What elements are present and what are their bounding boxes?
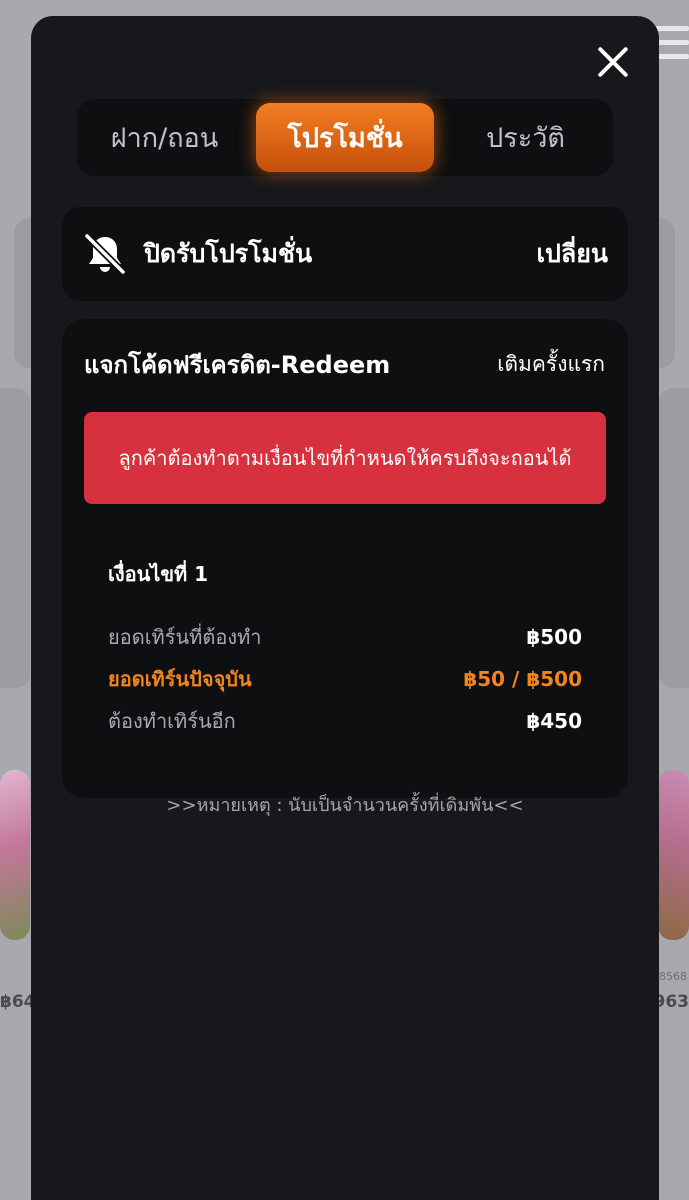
menu-icon — [655, 26, 689, 68]
promotion-header: แจกโค้ดฟรีเครดิต-Redeem เติมครั้งแรก — [62, 319, 628, 384]
tab-promotion[interactable]: โปรโมชั่น — [256, 103, 434, 172]
wallet-modal: ฝาก/ถอน โปรโมชั่น ประวัติ ปิดรับโปรโมชั่… — [31, 16, 659, 1200]
conditions-section: เงื่อนไขที่ 1 ยอดเทิร์นที่ต้องทำ ฿500 ยอ… — [62, 504, 628, 819]
background-card — [659, 388, 689, 688]
condition-value: ฿50 / ฿500 — [463, 667, 582, 691]
condition-label: ยอดเทิร์นที่ต้องทำ — [108, 625, 262, 649]
close-icon[interactable] — [595, 44, 631, 80]
tab-deposit-withdraw[interactable]: ฝาก/ถอน — [81, 103, 248, 172]
condition-label: ต้องทำเทิร์นอีก — [108, 709, 236, 733]
background-card — [0, 388, 30, 688]
condition-heading: เงื่อนไขที่ 1 — [108, 562, 209, 586]
notification-label: ปิดรับโปรโมชั่น — [144, 239, 313, 268]
game-thumbnail — [0, 770, 30, 940]
promotion-notification-card: ปิดรับโปรโมชั่น เปลี่ยน — [62, 207, 628, 301]
background-sub-value: 8568 — [659, 970, 687, 983]
condition-value: ฿500 — [526, 625, 582, 649]
condition-row-remaining-turnover: ต้องทำเทิร์นอีก ฿450 — [108, 700, 582, 742]
promotion-card: แจกโค้ดฟรีเครดิต-Redeem เติมครั้งแรก ลูก… — [62, 319, 628, 816]
promotion-note: >>หมายเหตุ : นับเป็นจำนวนครั้งที่เดิมพัน… — [166, 795, 524, 816]
condition-row-required-turnover: ยอดเทิร์นที่ต้องทำ ฿500 — [108, 616, 582, 658]
promotion-type: เติมครั้งแรก — [497, 352, 605, 376]
game-thumbnail — [658, 770, 689, 940]
warning-banner: ลูกค้าต้องทำตามเงื่อนไขที่กำหนดให้ครบถึง… — [84, 412, 606, 504]
change-button[interactable]: เปลี่ยน — [537, 234, 608, 274]
tab-bar: ฝาก/ถอน โปรโมชั่น ประวัติ — [77, 99, 613, 176]
tab-history[interactable]: ประวัติ — [442, 103, 609, 172]
promotion-title: แจกโค้ดฟรีเครดิต-Redeem — [84, 351, 391, 379]
bell-off-icon — [83, 232, 127, 276]
condition-row-current-turnover: ยอดเทิร์นปัจจุบัน ฿50 / ฿500 — [108, 658, 582, 700]
condition-label: ยอดเทิร์นปัจจุบัน — [108, 667, 252, 691]
condition-value: ฿450 — [526, 709, 582, 733]
